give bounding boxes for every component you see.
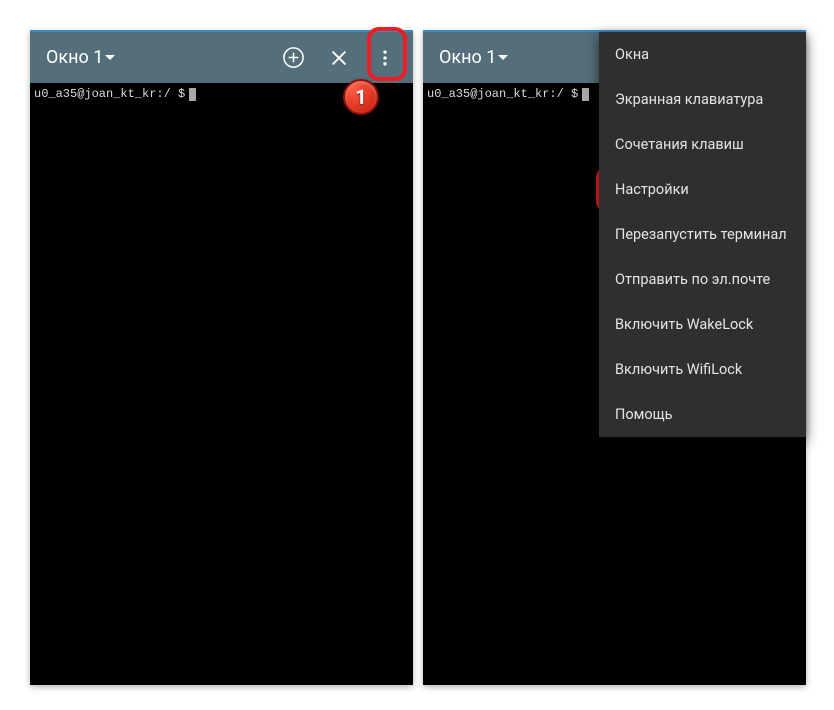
menu-item-help[interactable]: Помощь xyxy=(599,392,806,437)
add-button[interactable] xyxy=(273,38,313,78)
menu-item-windows[interactable]: Окна xyxy=(599,32,806,77)
menu-item-onscreen-keyboard[interactable]: Экранная клавиатура xyxy=(599,77,806,122)
prompt-text: u0_a35@joan_kt_kr:/ $ xyxy=(427,87,578,101)
left-panel: Окно 1 xyxy=(30,30,413,685)
close-icon xyxy=(328,47,350,69)
menu-item-restart-terminal[interactable]: Перезапустить терминал xyxy=(599,212,806,257)
menu-item-wakelock[interactable]: Включить WakeLock xyxy=(599,302,806,347)
chevron-down-icon xyxy=(498,55,508,60)
toolbar-left: Окно 1 xyxy=(30,30,413,83)
prompt-text: u0_a35@joan_kt_kr:/ $ xyxy=(34,87,185,101)
more-vert-icon xyxy=(375,48,395,68)
overflow-menu: Окна Экранная клавиатура Сочетания клави… xyxy=(599,32,806,437)
window-selector[interactable]: Окно 1 xyxy=(439,47,508,68)
cursor-icon xyxy=(189,88,196,101)
window-title-text: Окно 1 xyxy=(46,47,103,68)
menu-item-wifilock[interactable]: Включить WifiLock xyxy=(599,347,806,392)
menu-item-settings[interactable]: Настройки xyxy=(599,167,806,212)
menu-item-send-email[interactable]: Отправить по эл.почте xyxy=(599,257,806,302)
chevron-down-icon xyxy=(105,55,115,60)
plus-circle-icon xyxy=(282,46,305,69)
window-selector[interactable]: Окно 1 xyxy=(46,47,115,68)
close-button[interactable] xyxy=(319,38,359,78)
window-title-text: Окно 1 xyxy=(439,47,496,68)
right-panel: Окно 1 u0_a35@joan_kt_kr:/ $ Окна Экранн… xyxy=(423,30,806,685)
cursor-icon xyxy=(582,88,589,101)
more-button[interactable] xyxy=(365,38,405,78)
annotation-badge-1: 1 xyxy=(343,79,379,115)
menu-item-shortcuts[interactable]: Сочетания клавиш xyxy=(599,122,806,167)
